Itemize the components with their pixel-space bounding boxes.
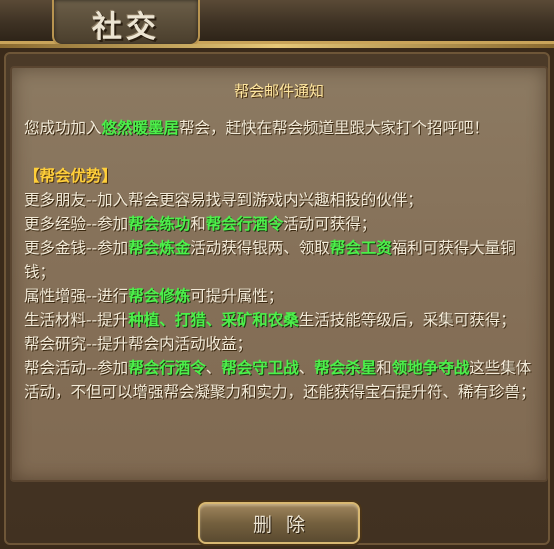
body-text: 帮会，赶快在帮会频道里跟大家打个招呼吧！ xyxy=(179,119,490,137)
body-text: 更多金钱--参加 xyxy=(24,239,129,257)
body-text: 更多经验--参加 xyxy=(24,215,129,233)
body-text: 您成功加入 xyxy=(24,119,102,137)
advantage-line: 帮会研究--提升帮会内活动收益； xyxy=(24,332,540,356)
window-title: 社交 xyxy=(92,10,160,45)
highlight-text: 领地争夺战 xyxy=(391,359,470,377)
mail-panel: 帮会邮件通知 您成功加入悠然暖墨居帮会，赶快在帮会频道里跟大家打个招呼吧！ 【帮… xyxy=(0,48,554,549)
body-text: 活动可获得； xyxy=(283,215,377,233)
highlight-text: 帮会行酒令 xyxy=(205,215,284,233)
highlight-text: 帮会炼金 xyxy=(128,239,191,257)
mail-content[interactable]: 帮会邮件通知 您成功加入悠然暖墨居帮会，赶快在帮会频道里跟大家打个招呼吧！ 【帮… xyxy=(10,66,548,482)
highlight-text: 帮会守卫战 xyxy=(221,359,299,377)
body-text: 和 xyxy=(376,359,392,377)
mail-title: 帮会邮件通知 xyxy=(233,82,324,100)
body-text: 生活技能等级后，采集可获得； xyxy=(298,311,516,329)
body-text: 帮会研究--提升帮会内活动收益； xyxy=(24,335,253,353)
mail-intro: 您成功加入悠然暖墨居帮会，赶快在帮会频道里跟大家打个招呼吧！ xyxy=(24,116,540,140)
body-text: 活动获得银两、领取 xyxy=(190,239,330,257)
highlight-text: 帮会工资 xyxy=(329,239,392,257)
highlight-text: 悠然暖墨居 xyxy=(101,119,180,137)
advantage-line: 帮会活动--参加帮会行酒令、帮会守卫战、帮会杀星和领地争夺战这些集体活动，不但可… xyxy=(24,356,540,404)
body-text: 可提升属性； xyxy=(190,287,284,305)
mail-panel-frame: 帮会邮件通知 您成功加入悠然暖墨居帮会，赶快在帮会频道里跟大家打个招呼吧！ 【帮… xyxy=(4,52,550,545)
highlight-text: 帮会练功 xyxy=(128,215,191,233)
highlight-text: 种植、打猎、采矿和农桑 xyxy=(128,311,299,329)
section-title: 【帮会优势】 xyxy=(24,167,118,185)
advantage-list: 更多朋友--加入帮会更容易找寻到游戏内兴趣相投的伙伴； 更多经验--参加帮会练功和… xyxy=(24,188,540,404)
mail-body: 您成功加入悠然暖墨居帮会，赶快在帮会频道里跟大家打个招呼吧！ 【帮会优势】 更多… xyxy=(24,116,540,404)
advantage-line: 更多朋友--加入帮会更容易找寻到游戏内兴趣相投的伙伴； xyxy=(24,188,540,212)
advantage-line: 属性增强--进行帮会修炼可提升属性； xyxy=(24,284,540,308)
body-text: 生活材料--提升 xyxy=(24,311,129,329)
body-text: 更多朋友--加入帮会更容易找寻到游戏内兴趣相投的伙伴； xyxy=(24,191,423,209)
body-text: 、 xyxy=(298,359,315,377)
body-text: 、 xyxy=(205,359,222,377)
delete-button-label: 删除 xyxy=(252,513,319,536)
advantage-line: 更多金钱--参加帮会炼金活动获得银两、领取帮会工资福利可获得大量铜钱； xyxy=(24,236,540,284)
delete-button[interactable]: 删除 xyxy=(198,502,360,544)
body-text: 和 xyxy=(190,215,206,233)
highlight-text: 帮会行酒令 xyxy=(128,359,206,377)
advantage-line: 生活材料--提升种植、打猎、采矿和农桑生活技能等级后，采集可获得； xyxy=(24,308,540,332)
highlight-text: 帮会杀星 xyxy=(314,359,377,377)
highlight-text: 帮会修炼 xyxy=(128,287,191,305)
body-text: 属性增强--进行 xyxy=(24,287,129,305)
advantage-line: 更多经验--参加帮会练功和帮会行酒令活动可获得； xyxy=(24,212,540,236)
body-text: 帮会活动--参加 xyxy=(24,359,129,377)
